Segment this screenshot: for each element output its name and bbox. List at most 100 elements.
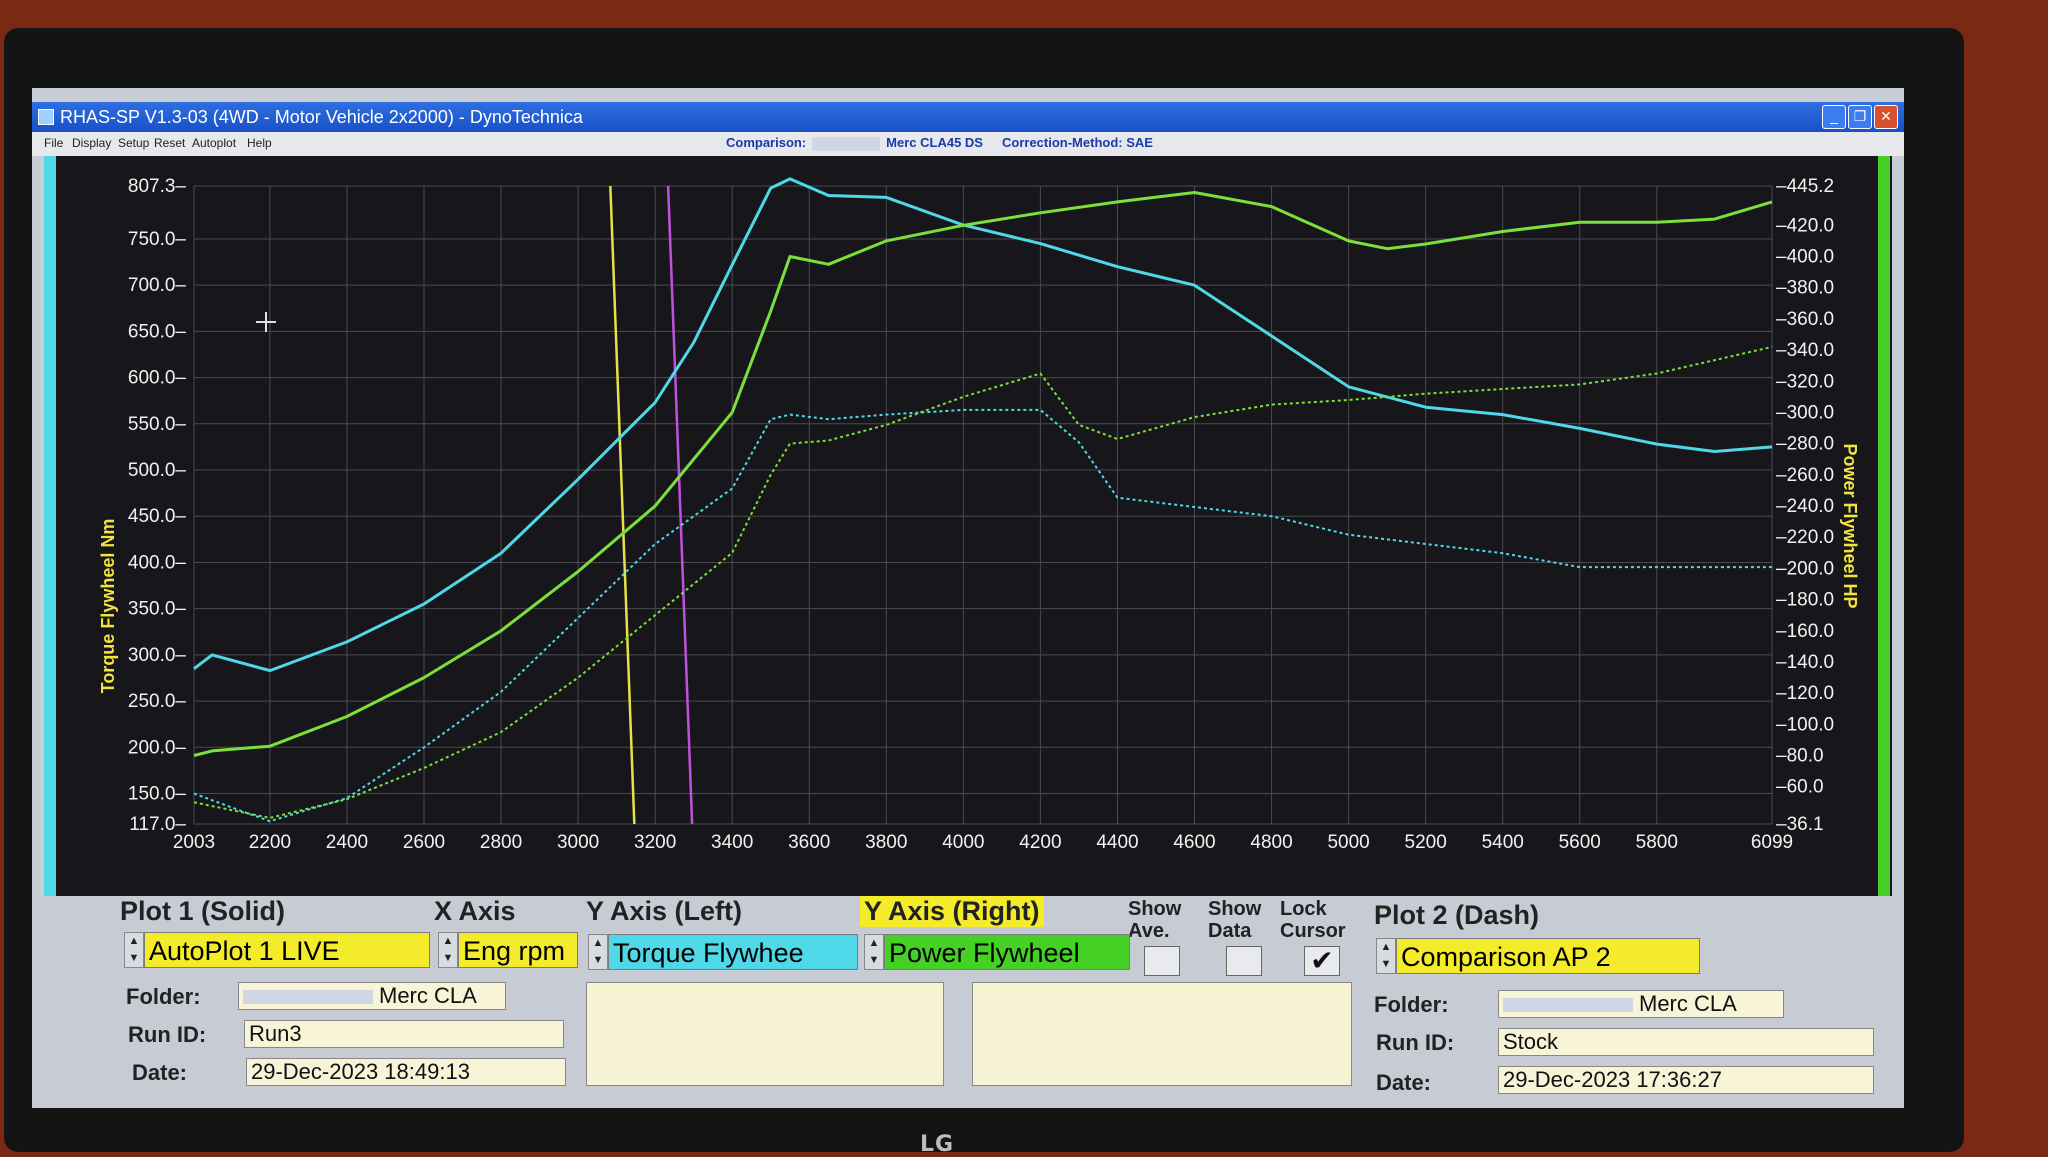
right-tick-label-5: –340.0 [1776,340,1834,361]
right-axis-ticks: –445.2 –420.0 –400.0 –380.0 –360.0 –340.0 –320… [1776,176,1834,835]
cursor-line-1 [666,185,694,825]
right-tick-label-14: –160.0 [1776,621,1834,642]
minimize-button[interactable]: _ [1822,105,1846,129]
redacted-block [812,136,881,151]
left-tick-label-5: 550.0– [128,414,187,435]
x-tick-label-12: 4400 [1096,832,1138,853]
data-display-box-right [972,982,1352,1086]
plot2-run-field[interactable]: Stock [1498,1028,1874,1056]
title-bar: RHAS-SP V1.3-03 (4WD - Motor Vehicle 2x2… [32,102,1904,132]
menu-file[interactable]: File [44,132,63,154]
x-axis-ticks: 2003 2200 2400 2600 2800 3000 3200 3400 3600 3800… [173,832,1793,853]
dyno-chart: 807.3– 750.0– 700.0– 650.0– 600.0– 550.0– 500.… [44,156,1892,896]
chart-svg: 807.3– 750.0– 700.0– 650.0– 600.0– 550.0– 500.… [44,156,1890,896]
x-tick-label-13: 4600 [1173,832,1215,853]
data-display-box-left [586,982,944,1086]
right-tick-label-18: –80.0 [1776,746,1824,767]
menu-setup[interactable]: Setup [118,132,149,154]
redacted-block [243,990,373,1005]
menu-help[interactable]: Help [247,132,272,154]
left-tick-label-12: 200.0– [128,737,187,758]
x-tick-label-2: 2400 [326,832,368,853]
x-tick-label-18: 5600 [1559,832,1601,853]
right-tick-label-0: –445.2 [1776,176,1834,197]
plot2-header: Plot 2 (Dash) [1374,900,1540,930]
left-axis-title: Torque Flywheel Nm [98,519,118,694]
plot1-header: Plot 1 (Solid) [120,896,285,926]
left-tick-label-2: 700.0– [128,275,187,296]
y-axis-right-header: Y Axis (Right) [860,896,1044,927]
left-axis-ticks: 807.3– 750.0– 700.0– 650.0– 600.0– 550.0– 500.… [128,176,187,835]
plot2-spinner[interactable]: ▲ ▼ [1376,938,1396,974]
plot2-date-field[interactable]: 29-Dec-2023 17:36:27 [1498,1066,1874,1094]
right-tick-label-11: –220.0 [1776,527,1834,548]
series-line-2 [193,408,1772,823]
x-axis-select[interactable]: Eng rpm [458,932,578,968]
control-panel: Plot 1 (Solid) X Axis Y Axis (Left) Y Ax… [32,896,1904,1108]
x-tick-label-4: 2800 [480,832,522,853]
y-axis-left-select[interactable]: Torque Flywhee [608,934,858,970]
maximize-button[interactable]: ❐ [1848,105,1872,129]
lock-cursor-label: Lock Cursor [1280,898,1346,942]
x-tick-label-6: 3200 [634,832,676,853]
right-tick-label-19: –60.0 [1776,777,1824,798]
left-tick-label-13: 150.0– [128,784,187,805]
plot1-date-label: Date: [132,1060,188,1085]
left-tick-label-9: 350.0– [128,599,187,620]
y-axis-right-select[interactable]: Power Flywheel [884,934,1130,970]
menu-reset[interactable]: Reset [154,132,185,154]
menu-bar: File Display Setup Reset Autoplot Help C… [32,132,1904,156]
lock-cursor-checkbox[interactable]: ✔ [1304,946,1340,976]
x-tick-label-16: 5200 [1405,832,1447,853]
left-tick-label-6: 500.0– [128,460,187,481]
right-color-bar [1878,156,1890,896]
left-tick-label-11: 250.0– [128,691,187,712]
chart-cursors [609,185,694,825]
x-axis-spinner[interactable]: ▲ ▼ [438,932,458,968]
plot1-date-field[interactable]: 29-Dec-2023 18:49:13 [246,1058,566,1086]
right-tick-label-9: –260.0 [1776,465,1834,486]
x-tick-label-15: 5000 [1327,832,1369,853]
plot1-select[interactable]: AutoPlot 1 LIVE [144,932,430,968]
plot1-run-field[interactable]: Run3 [244,1020,564,1048]
y-right-spinner[interactable]: ▲ ▼ [864,934,884,970]
plot1-spinner[interactable]: ▲ ▼ [124,932,144,968]
show-data-checkbox[interactable] [1226,946,1262,976]
x-tick-label-9: 3800 [865,832,907,853]
left-tick-label-1: 750.0– [128,229,187,250]
right-tick-label-1: –420.0 [1776,215,1834,236]
x-tick-label-10: 4000 [942,832,984,853]
comparison-label: Comparison: [726,135,807,150]
plot2-folder-field[interactable]: Merc CLA [1498,990,1784,1018]
right-axis-title: Power Flywheel HP [1840,443,1860,608]
x-tick-label-14: 4800 [1250,832,1292,853]
right-tick-label-2: –400.0 [1776,246,1834,267]
redacted-block [1503,998,1633,1013]
right-tick-label-17: –100.0 [1776,714,1834,735]
menu-autoplot[interactable]: Autoplot [192,132,236,154]
x-tick-label-11: 4200 [1019,832,1061,853]
series-line-0 [193,177,1773,673]
left-tick-label-0: 807.3– [128,176,187,197]
plot2-folder-label: Folder: [1374,992,1449,1017]
x-tick-label-0: 2003 [173,832,215,853]
right-tick-label-10: –240.0 [1776,496,1834,517]
monitor-brand-logo: LG [920,1132,955,1157]
plot1-folder-label: Folder: [126,984,201,1009]
x-tick-label-3: 2600 [403,832,445,853]
window-title: RHAS-SP V1.3-03 (4WD - Motor Vehicle 2x2… [60,107,583,127]
plot2-select[interactable]: Comparison AP 2 [1396,938,1700,974]
y-left-spinner[interactable]: ▲ ▼ [588,934,608,970]
left-tick-label-7: 450.0– [128,506,187,527]
right-tick-label-15: –140.0 [1776,652,1834,673]
menu-display[interactable]: Display [72,132,111,154]
plot1-folder-field[interactable]: Merc CLA [238,982,506,1010]
chart-series [193,177,1773,823]
show-ave-checkbox[interactable] [1144,946,1180,976]
crosshair-cursor-icon [256,312,276,332]
show-ave-label: Show Ave. [1128,898,1182,942]
right-tick-label-4: –360.0 [1776,309,1834,330]
x-tick-label-7: 3400 [711,832,753,853]
x-tick-label-1: 2200 [249,832,291,853]
close-button[interactable]: ✕ [1874,105,1898,129]
